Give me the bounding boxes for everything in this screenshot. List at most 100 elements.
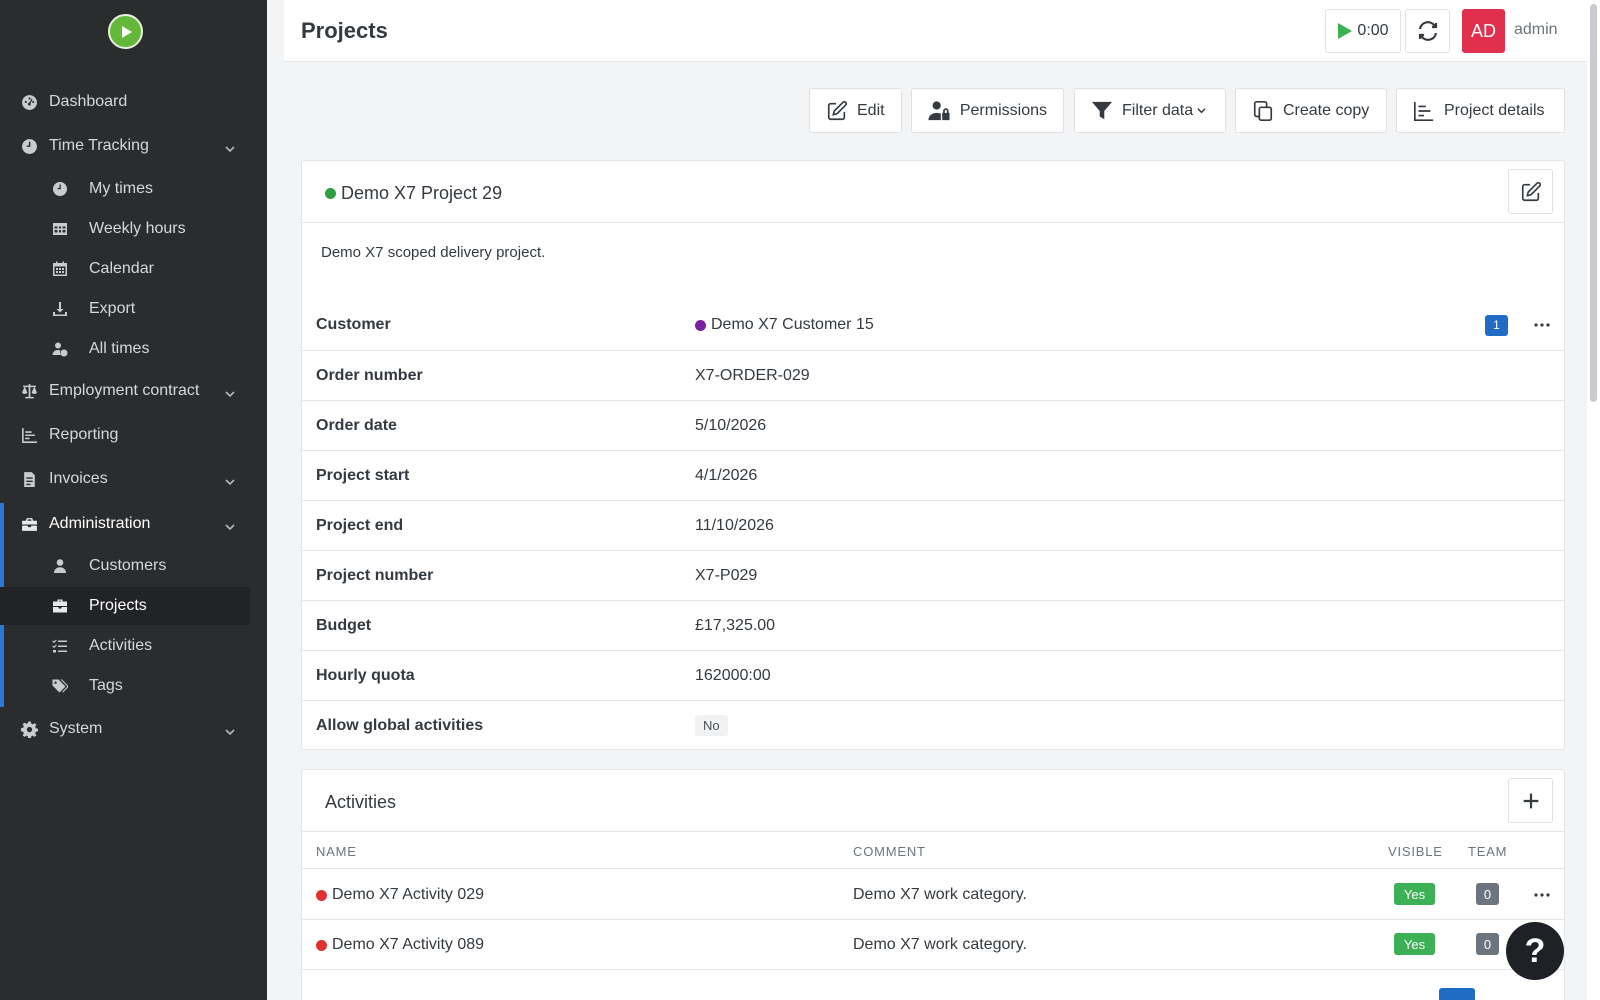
- filter-icon: [1091, 101, 1113, 119]
- chevron-down-icon: [1197, 108, 1206, 114]
- app-logo-icon[interactable]: [108, 14, 143, 49]
- field-value: X7-P029: [695, 566, 758, 584]
- activity-name-text[interactable]: Demo X7 Activity 089: [332, 936, 484, 954]
- customer-name[interactable]: Demo X7 Customer 15: [711, 316, 874, 334]
- column-header-team[interactable]: TEAM: [1468, 844, 1507, 859]
- project-card: Demo X7 Project 29 Demo X7 scoped delive…: [301, 160, 1565, 750]
- field-row-project-start: Project start 4/1/2026: [302, 450, 1564, 500]
- sidebar-item-label: System: [49, 720, 103, 737]
- field-value: £17,325.00: [695, 616, 776, 634]
- sidebar-item-calendar[interactable]: Calendar: [0, 250, 250, 288]
- field-label: Budget: [316, 616, 372, 634]
- sidebar-item-time-tracking[interactable]: Time Tracking: [0, 126, 267, 166]
- activities-title: Activities: [325, 792, 397, 812]
- sidebar-item-dashboard[interactable]: Dashboard: [0, 82, 267, 122]
- customer-link[interactable]: Demo X7 Customer 15: [695, 316, 874, 334]
- sidebar-item-label: Dashboard: [49, 93, 128, 110]
- sidebar-item-my-times[interactable]: My times: [0, 170, 250, 208]
- invoice-icon: [20, 470, 38, 488]
- field-label: Hourly quota: [316, 666, 415, 684]
- sidebar-item-tags[interactable]: Tags: [0, 667, 250, 705]
- pagination-current-page[interactable]: [1439, 988, 1475, 1000]
- sidebar-item-invoices[interactable]: Invoices: [0, 459, 267, 499]
- permissions-button[interactable]: Permissions: [911, 88, 1064, 133]
- sidebar-item-system[interactable]: System: [0, 709, 267, 749]
- sidebar-item-label: Administration: [49, 515, 151, 532]
- help-button[interactable]: ?: [1506, 922, 1564, 980]
- project-status-dot: [325, 188, 336, 199]
- field-row-order-date: Order date 5/10/2026: [302, 400, 1564, 450]
- tags-icon: [51, 677, 69, 695]
- sidebar-item-export[interactable]: Export: [0, 290, 250, 328]
- sidebar-item-activities[interactable]: Activities: [0, 627, 250, 665]
- more-options-icon[interactable]: [1532, 885, 1552, 905]
- field-value: X7-ORDER-029: [695, 366, 810, 384]
- field-row-customer: Customer Demo X7 Customer 15 1: [302, 300, 1564, 350]
- field-value: 4/1/2026: [695, 466, 758, 484]
- table-row[interactable]: Demo X7 Activity 029 Demo X7 work catego…: [302, 870, 1564, 920]
- more-options-icon[interactable]: [1532, 315, 1552, 335]
- sidebar-item-employment-contract[interactable]: Employment contract: [0, 371, 267, 411]
- field-label: Project end: [316, 516, 404, 534]
- column-header-visible[interactable]: VISIBLE: [1388, 844, 1443, 859]
- column-header-comment[interactable]: COMMENT: [853, 844, 926, 859]
- edit-button[interactable]: Edit: [809, 88, 902, 133]
- add-activity-button[interactable]: [1508, 778, 1553, 823]
- dashboard-icon: [20, 93, 38, 111]
- sidebar-item-label: Weekly hours: [89, 220, 186, 237]
- refresh-button[interactable]: [1405, 9, 1450, 53]
- project-card-header: Demo X7 Project 29: [302, 161, 1564, 223]
- play-icon: [1338, 23, 1353, 39]
- chevron-down-icon: [225, 141, 235, 153]
- field-row-order-number: Order number X7-ORDER-029: [302, 350, 1564, 400]
- filter-data-button[interactable]: Filter data: [1074, 88, 1226, 133]
- table-row[interactable]: Demo X7 Activity 089 Demo X7 work catego…: [302, 920, 1564, 970]
- chevron-down-icon: [225, 519, 235, 531]
- refresh-icon: [1418, 21, 1437, 41]
- activity-name[interactable]: Demo X7 Activity 089: [316, 936, 484, 954]
- gear-icon: [20, 720, 38, 738]
- timer-value: 0:00: [1357, 22, 1389, 39]
- project-details-button[interactable]: Project details: [1396, 88, 1565, 133]
- activity-comment: Demo X7 work category.: [853, 936, 1027, 953]
- activity-name[interactable]: Demo X7 Activity 029: [316, 886, 484, 904]
- customer-color-dot: [695, 319, 706, 331]
- chevron-down-icon: [225, 474, 235, 486]
- field-row-allow-global-activities: Allow global activities No: [302, 700, 1564, 750]
- sidebar-item-projects[interactable]: Projects: [0, 587, 250, 625]
- chevron-down-icon: [225, 724, 235, 736]
- page-title: Projects: [301, 18, 388, 43]
- sidebar-item-all-times[interactable]: All times: [0, 330, 250, 368]
- task-list-icon: [51, 637, 69, 655]
- sidebar-item-administration[interactable]: Administration: [0, 504, 267, 544]
- edit-icon: [1521, 181, 1541, 201]
- avatar[interactable]: AD: [1462, 9, 1505, 53]
- username[interactable]: admin: [1514, 21, 1558, 39]
- sidebar-item-label: Employment contract: [49, 382, 200, 399]
- sidebar-item-weekly-hours[interactable]: Weekly hours: [0, 210, 250, 248]
- create-copy-button[interactable]: Create copy: [1235, 88, 1387, 133]
- column-header-name[interactable]: NAME: [316, 844, 357, 859]
- sidebar-item-label: All times: [89, 340, 150, 357]
- activity-name-text[interactable]: Demo X7 Activity 029: [332, 886, 484, 904]
- sidebar-item-label: Calendar: [89, 260, 154, 277]
- sidebar-item-label: Customers: [89, 557, 167, 574]
- download-icon: [51, 300, 69, 318]
- start-timer-button[interactable]: 0:00: [1325, 9, 1401, 53]
- table-grid-icon: [51, 220, 69, 238]
- field-row-hourly-quota: Hourly quota 162000:00: [302, 650, 1564, 700]
- team-count-badge: 0: [1476, 933, 1499, 955]
- question-icon: ?: [1524, 931, 1546, 970]
- field-label: Project number: [316, 566, 434, 584]
- project-description: Demo X7 scoped delivery project.: [321, 244, 546, 261]
- sidebar-item-label: Activities: [89, 637, 153, 654]
- scale-icon: [20, 382, 38, 400]
- project-name: Demo X7 Project 29: [325, 183, 502, 204]
- field-label: Project start: [316, 466, 410, 484]
- edit-project-button[interactable]: [1508, 169, 1553, 214]
- sidebar-item-reporting[interactable]: Reporting: [0, 415, 267, 455]
- scrollbar-thumb[interactable]: [1590, 4, 1597, 402]
- sidebar-item-label: Tags: [89, 677, 123, 694]
- sidebar-item-customers[interactable]: Customers: [0, 547, 250, 585]
- customer-count-badge: 1: [1485, 314, 1508, 336]
